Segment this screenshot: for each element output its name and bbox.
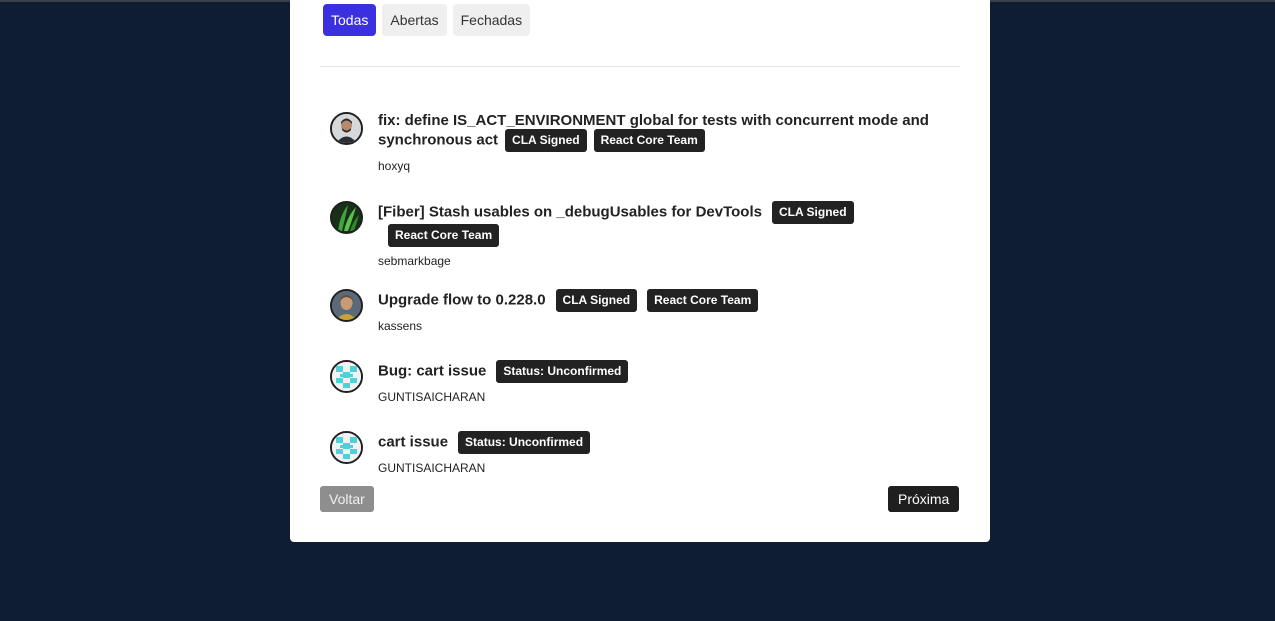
next-button[interactable]: Próxima <box>888 486 960 512</box>
issue-author: sebmarkbage <box>378 254 451 268</box>
issue-author: GUNTISAICHARAN <box>378 390 486 404</box>
label-badge: React Core Team <box>593 129 705 152</box>
avatar <box>330 360 363 393</box>
filter-all-button[interactable]: Todas <box>323 4 377 36</box>
issue-body: [Fiber] Stash usables on _debugUsables f… <box>378 201 938 268</box>
label-badge: Status: Unconfirmed <box>458 431 591 454</box>
identicon-icon <box>332 433 361 462</box>
issue-body: cart issue Status: Unconfirmed GUNTISAICH… <box>378 431 938 475</box>
label-badge: React Core Team <box>647 289 759 312</box>
identicon-icon <box>332 362 361 391</box>
issue-body: fix: define IS_ACT_ENVIRONMENT global fo… <box>378 112 938 173</box>
leaf-icon <box>332 203 361 232</box>
avatar <box>330 201 363 234</box>
person-photo-icon <box>332 114 361 143</box>
issue-author: hoxyq <box>378 159 411 173</box>
label-badge: CLA Signed <box>771 201 854 224</box>
filter-closed-button[interactable]: Fechadas <box>452 4 531 36</box>
issue-author: GUNTISAICHARAN <box>378 461 486 475</box>
avatar <box>330 112 363 145</box>
filter-open-button[interactable]: Abertas <box>382 4 447 36</box>
back-button[interactable]: Voltar <box>320 486 374 512</box>
issue-title[interactable]: Bug: cart issue <box>378 362 486 379</box>
issue-author: kassens <box>378 319 423 333</box>
label-badge: React Core Team <box>388 224 500 247</box>
filter-tabs: Todas Abertas Fechadas <box>323 4 531 36</box>
issue-title[interactable]: [Fiber] Stash usables on _debugUsables f… <box>378 203 762 220</box>
divider <box>320 66 960 67</box>
issue-body: Upgrade flow to 0.228.0 CLA Signed React C… <box>378 289 938 333</box>
avatar <box>330 431 363 464</box>
issue-title[interactable]: cart issue <box>378 433 448 450</box>
avatar <box>330 289 363 322</box>
label-badge: CLA Signed <box>505 129 587 152</box>
issue-body: Bug: cart issue Status: Unconfirmed GUNTI… <box>378 360 938 404</box>
label-badge: CLA Signed <box>555 289 638 312</box>
issue-title[interactable]: Upgrade flow to 0.228.0 <box>378 291 546 308</box>
person-photo-icon <box>332 291 361 320</box>
label-badge: Status: Unconfirmed <box>496 360 629 383</box>
issues-card: Todas Abertas Fechadas fix: define IS_AC… <box>290 0 990 542</box>
